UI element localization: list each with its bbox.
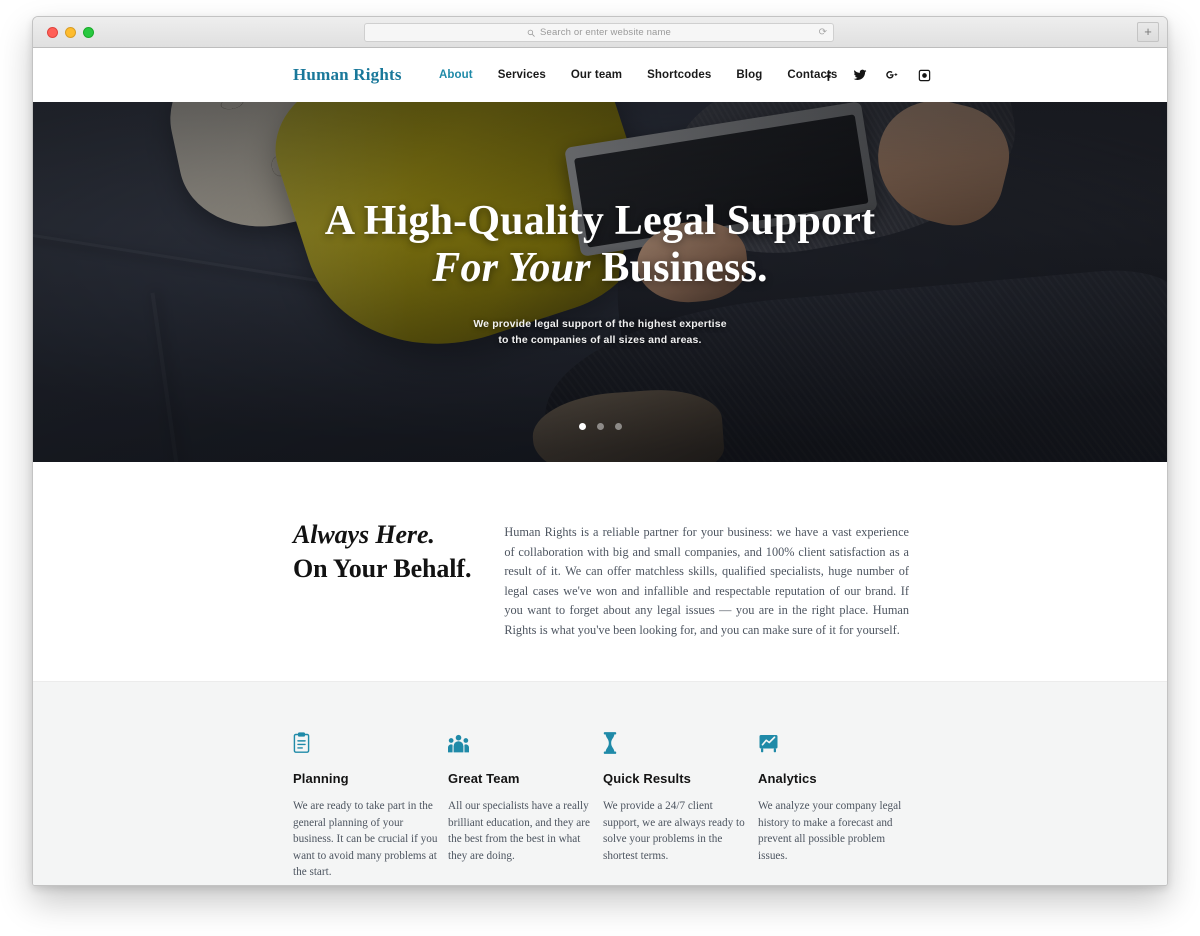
feature-title-analytics: Analytics bbox=[758, 771, 817, 786]
nav-item-our-team[interactable]: Our team bbox=[571, 69, 622, 81]
nav-item-blog[interactable]: Blog bbox=[736, 69, 762, 81]
reload-icon[interactable]: ⟳ bbox=[819, 28, 827, 38]
page-viewport: Human Rights About Services Our team Sho… bbox=[33, 48, 1167, 885]
zoom-window-button[interactable] bbox=[83, 27, 94, 38]
about-heading-bold: On Your Behalf. bbox=[293, 554, 472, 583]
hero-slide-dot-3[interactable] bbox=[614, 423, 622, 430]
feature-title-quick-results: Quick Results bbox=[603, 771, 691, 786]
features-inner: Planning We are ready to take part in th… bbox=[293, 730, 943, 881]
social-links bbox=[821, 68, 931, 82]
window-traffic-lights bbox=[47, 27, 94, 38]
hero-slider-pagination bbox=[33, 423, 1167, 430]
minimize-window-button[interactable] bbox=[65, 27, 76, 38]
analytics-chart-icon bbox=[758, 730, 903, 754]
site-header: Human Rights About Services Our team Sho… bbox=[33, 48, 1167, 102]
about-section: Always Here. On Your Behalf. Human Right… bbox=[33, 462, 1167, 681]
feature-card-analytics: Analytics We analyze your company legal … bbox=[758, 730, 913, 881]
feature-text-great-team: All our specialists have a really brilli… bbox=[448, 800, 590, 862]
twitter-icon[interactable] bbox=[853, 68, 867, 82]
close-window-button[interactable] bbox=[47, 27, 58, 38]
about-heading: Always Here. On Your Behalf. bbox=[293, 518, 504, 640]
search-icon bbox=[527, 29, 535, 37]
about-body-text: Human Rights is a reliable partner for y… bbox=[504, 525, 909, 637]
address-bar-placeholder: Search or enter website name bbox=[540, 27, 671, 38]
address-bar-inner: Search or enter website name bbox=[527, 27, 671, 38]
nav-item-about[interactable]: About bbox=[439, 69, 473, 81]
feature-title-great-team: Great Team bbox=[448, 771, 520, 786]
hero-title-line1: A High-Quality Legal Support bbox=[324, 198, 876, 244]
google-plus-icon[interactable] bbox=[885, 68, 899, 82]
browser-titlebar: Search or enter website name ⟳ + bbox=[33, 17, 1167, 48]
hero-title: A High-Quality Legal Support For Your Bu… bbox=[33, 198, 1167, 292]
clipboard-icon bbox=[293, 730, 438, 754]
nav-item-shortcodes[interactable]: Shortcodes bbox=[647, 69, 711, 81]
about-inner: Always Here. On Your Behalf. Human Right… bbox=[293, 518, 909, 640]
features-section: Planning We are ready to take part in th… bbox=[33, 681, 1167, 885]
feature-text-quick-results: We provide a 24/7 client support, we are… bbox=[603, 800, 745, 862]
hero-title-line2-rest: Business. bbox=[601, 245, 768, 291]
hero-slide-dot-2[interactable] bbox=[596, 423, 604, 430]
address-bar[interactable]: Search or enter website name ⟳ bbox=[364, 23, 834, 42]
feature-text-planning: We are ready to take part in the general… bbox=[293, 800, 438, 878]
feature-card-great-team: Great Team All our specialists have a re… bbox=[448, 730, 603, 881]
hero-subtitle-line1: We provide legal support of the highest … bbox=[473, 318, 727, 330]
hero-slider: A High-Quality Legal Support For Your Bu… bbox=[33, 102, 1167, 462]
new-tab-button[interactable]: + bbox=[1137, 22, 1159, 42]
hero-content: A High-Quality Legal Support For Your Bu… bbox=[33, 102, 1167, 348]
feature-card-planning: Planning We are ready to take part in th… bbox=[293, 730, 448, 881]
facebook-icon[interactable] bbox=[821, 68, 835, 82]
about-heading-italic: Always Here. bbox=[293, 520, 435, 549]
instagram-icon[interactable] bbox=[917, 68, 931, 82]
browser-window: Search or enter website name ⟳ + Human R… bbox=[32, 16, 1168, 886]
hero-title-line2-italic: For Your bbox=[432, 245, 602, 291]
site-logo[interactable]: Human Rights bbox=[293, 65, 402, 85]
team-group-icon bbox=[448, 730, 593, 754]
hourglass-icon bbox=[603, 730, 748, 754]
hero-slide-dot-1[interactable] bbox=[578, 423, 586, 430]
feature-text-analytics: We analyze your company legal history to… bbox=[758, 800, 902, 862]
hero-subtitle: We provide legal support of the highest … bbox=[33, 316, 1167, 348]
nav-item-services[interactable]: Services bbox=[498, 69, 546, 81]
feature-title-planning: Planning bbox=[293, 771, 349, 786]
feature-card-quick-results: Quick Results We provide a 24/7 client s… bbox=[603, 730, 758, 881]
main-navigation: About Services Our team Shortcodes Blog … bbox=[439, 69, 837, 81]
hero-subtitle-line2: to the companies of all sizes and areas. bbox=[498, 334, 702, 346]
